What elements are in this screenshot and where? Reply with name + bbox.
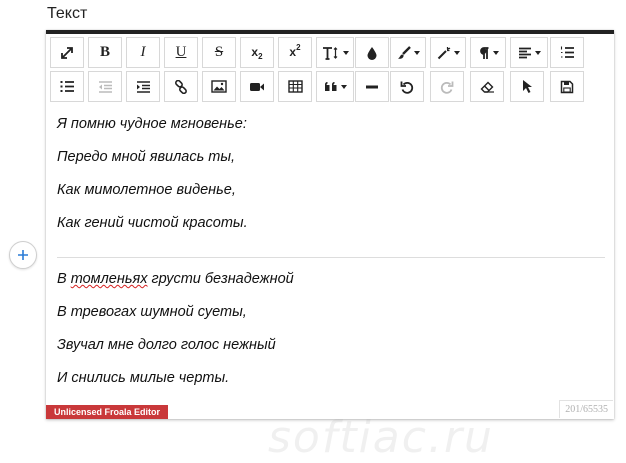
paintbrush-icon	[397, 45, 411, 60]
image-icon	[211, 80, 227, 93]
expand-icon	[60, 46, 74, 60]
subscript-icon: x	[251, 45, 259, 59]
italic-button[interactable]: I	[126, 37, 160, 68]
italic-icon: I	[140, 44, 146, 60]
link-icon	[174, 79, 188, 94]
strikethrough-icon: S	[214, 44, 224, 60]
dropdown-caret-icon	[492, 50, 499, 55]
underline-button[interactable]: U	[164, 37, 198, 68]
inline-style-button[interactable]	[430, 37, 466, 68]
save-button[interactable]	[550, 71, 584, 102]
unordered-list-button[interactable]	[50, 71, 84, 102]
editor-toolbar: BIUSx2x2	[46, 34, 614, 105]
indent-icon	[136, 80, 151, 93]
select-all-button[interactable]	[510, 71, 544, 102]
paragraph-format-button[interactable]	[470, 37, 506, 68]
subscript-digit: 2	[258, 52, 263, 61]
dropdown-caret-icon	[453, 50, 460, 55]
poem-line: И снились милые черты.	[57, 370, 230, 386]
dropdown-caret-icon	[340, 84, 347, 89]
table-icon	[287, 80, 303, 93]
editor-content[interactable]: Я помню чудное мгновенье: Передо мной яв…	[46, 105, 614, 463]
insert-image-button[interactable]	[202, 71, 236, 102]
horizontal-rule-icon	[365, 84, 379, 90]
character-counter: 201/65535	[559, 400, 613, 418]
font-size-button[interactable]	[316, 37, 354, 68]
dropdown-caret-icon	[534, 50, 541, 55]
unordered-list-icon	[60, 80, 75, 93]
plus-icon	[18, 250, 28, 260]
superscript-button[interactable]: x2	[278, 37, 312, 68]
redo-button[interactable]	[430, 71, 464, 102]
poem-line: Я помню чудное мгновенье:	[57, 116, 247, 132]
outdent-button[interactable]	[88, 71, 122, 102]
clear-formatting-button[interactable]	[470, 71, 504, 102]
strikethrough-button[interactable]: S	[202, 37, 236, 68]
quote-icon	[324, 81, 338, 93]
subscript-button[interactable]: x2	[240, 37, 274, 68]
bold-button[interactable]: B	[88, 37, 122, 68]
horizontal-line-button[interactable]	[355, 71, 389, 102]
add-block-button[interactable]	[9, 241, 37, 269]
superscript-digit: 2	[296, 43, 301, 52]
superscript-icon: x	[289, 45, 297, 59]
droplet-icon	[366, 46, 378, 60]
paragraph-style-button[interactable]	[390, 37, 426, 68]
ordered-list-icon	[560, 46, 575, 59]
fullscreen-button[interactable]	[50, 37, 84, 68]
magic-wand-icon	[437, 46, 451, 60]
ordered-list-button[interactable]	[550, 37, 584, 68]
cursor-arrow-icon	[522, 79, 533, 94]
redo-icon	[440, 80, 454, 94]
misspelled-word[interactable]: томленьях	[71, 271, 148, 287]
text-height-icon	[322, 46, 340, 60]
dropdown-caret-icon	[342, 50, 349, 55]
outdent-icon	[98, 80, 113, 93]
pilcrow-icon	[478, 46, 490, 60]
undo-button[interactable]	[390, 71, 424, 102]
poem-line: Передо мной явилась ты,	[57, 149, 236, 165]
indent-button[interactable]	[126, 71, 160, 102]
poem-line: Звучал мне долго голос нежный	[57, 337, 276, 353]
text-color-button[interactable]	[355, 37, 389, 68]
undo-icon	[400, 80, 414, 94]
align-button[interactable]	[510, 37, 548, 68]
poem-line: Как гений чистой красоты.	[57, 215, 248, 231]
align-left-icon	[518, 47, 532, 59]
bold-icon: B	[99, 44, 110, 60]
field-label: Текст	[47, 5, 88, 22]
horizontal-rule	[57, 257, 605, 258]
poem-line: Как мимолетное виденье,	[57, 182, 236, 198]
insert-video-button[interactable]	[240, 71, 274, 102]
eraser-icon	[480, 81, 495, 93]
rich-text-editor: BIUSx2x2 Я помню чудное мгновенье: Перед…	[46, 30, 614, 463]
insert-link-button[interactable]	[164, 71, 198, 102]
dropdown-caret-icon	[413, 50, 420, 55]
quote-button[interactable]	[316, 71, 354, 102]
insert-table-button[interactable]	[278, 71, 312, 102]
underline-icon: U	[175, 44, 187, 60]
watermark: softiac.ru	[268, 412, 494, 463]
license-badge[interactable]: Unlicensed Froala Editor	[46, 405, 169, 419]
floppy-disk-icon	[560, 80, 574, 94]
poem-line: В тревогах шумной суеты,	[57, 304, 247, 320]
video-camera-icon	[249, 81, 265, 93]
poem-line: В томленьях грусти безнадежной	[57, 271, 294, 287]
